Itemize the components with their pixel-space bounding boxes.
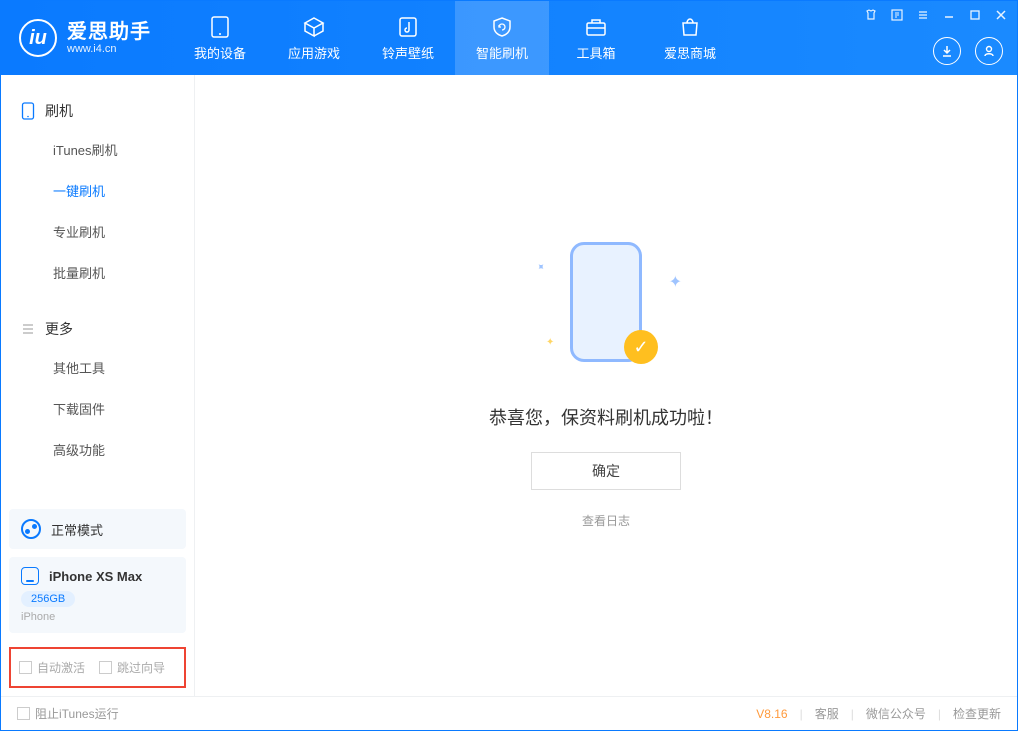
app-domain: www.i4.cn — [67, 43, 151, 55]
footer-link-service[interactable]: 客服 — [815, 705, 839, 722]
version-label: V8.16 — [756, 707, 787, 721]
group-label: 更多 — [45, 319, 73, 339]
device-capacity: 256GB — [21, 591, 75, 607]
maximize-icon[interactable] — [967, 7, 983, 23]
toolbox-icon — [582, 15, 610, 39]
download-icon[interactable] — [933, 37, 961, 65]
tab-label: 应用游戏 — [288, 43, 340, 62]
device-type: iPhone — [21, 611, 174, 623]
sidebar-item-advanced[interactable]: 高级功能 — [1, 429, 194, 470]
phone-outline-icon — [21, 102, 35, 120]
tab-flash[interactable]: 智能刷机 — [455, 1, 549, 75]
view-log-link[interactable]: 查看日志 — [582, 512, 630, 529]
sparkle-icon: ✦ — [669, 272, 682, 292]
sidebar-group-flash: 刷机 — [1, 93, 194, 129]
checkbox-label: 自动激活 — [37, 659, 85, 676]
phone-icon — [21, 567, 39, 585]
checkbox-icon — [19, 661, 32, 674]
checkbox-skip-guide[interactable]: 跳过向导 — [99, 659, 165, 676]
tab-my-device[interactable]: 我的设备 — [173, 1, 267, 75]
checkbox-auto-activate[interactable]: 自动激活 — [19, 659, 85, 676]
success-message: 恭喜您，保资料刷机成功啦！ — [489, 404, 723, 430]
check-badge-icon: ✓ — [624, 330, 658, 364]
sidebar-item-oneclick-flash[interactable]: 一键刷机 — [1, 170, 194, 211]
tab-toolbox[interactable]: 工具箱 — [549, 1, 643, 75]
cube-icon — [300, 15, 328, 39]
logo-text: 爱思助手 www.i4.cn — [67, 21, 151, 55]
sidebar-item-other-tools[interactable]: 其他工具 — [1, 347, 194, 388]
window-controls — [863, 7, 1009, 23]
header: iu 爱思助手 www.i4.cn 我的设备 应用游戏 铃声壁纸 智能刷机 — [1, 1, 1017, 75]
sidebar-panels: 正常模式 iPhone XS Max 256GB iPhone — [1, 501, 194, 641]
checkbox-label: 阻止iTunes运行 — [35, 705, 119, 722]
sidebar-item-pro-flash[interactable]: 专业刷机 — [1, 211, 194, 252]
footer-link-update[interactable]: 检查更新 — [953, 705, 1001, 722]
tab-label: 我的设备 — [194, 43, 246, 62]
list-icon — [21, 322, 35, 336]
mode-label: 正常模式 — [51, 520, 103, 539]
sidebar-item-firmware[interactable]: 下载固件 — [1, 388, 194, 429]
tshirt-icon[interactable] — [863, 7, 879, 23]
logo-icon: iu — [19, 19, 57, 57]
tab-label: 工具箱 — [576, 43, 615, 62]
footer: 阻止iTunes运行 V8.16 | 客服 | 微信公众号 | 检查更新 — [1, 696, 1017, 730]
main-content: ✦ ✦ ✦ ✓ 恭喜您，保资料刷机成功啦！ 确定 查看日志 — [195, 75, 1017, 696]
checkbox-label: 跳过向导 — [117, 659, 165, 676]
close-icon[interactable] — [993, 7, 1009, 23]
ok-button[interactable]: 确定 — [531, 452, 681, 490]
tab-apps[interactable]: 应用游戏 — [267, 1, 361, 75]
group-label: 刷机 — [45, 101, 73, 121]
device-icon — [206, 15, 234, 39]
nav-tabs: 我的设备 应用游戏 铃声壁纸 智能刷机 工具箱 爱思商城 — [173, 1, 737, 75]
tab-label: 爱思商城 — [664, 43, 716, 62]
bag-icon — [676, 15, 704, 39]
sparkle-icon: ✦ — [533, 261, 547, 275]
header-actions — [933, 37, 1003, 65]
device-name: iPhone XS Max — [49, 569, 142, 584]
body: 刷机 iTunes刷机 一键刷机 专业刷机 批量刷机 更多 其他工具 下载固件 … — [1, 75, 1017, 696]
shield-refresh-icon — [488, 15, 516, 39]
tab-store[interactable]: 爱思商城 — [643, 1, 737, 75]
sidebar-scroll: 刷机 iTunes刷机 一键刷机 专业刷机 批量刷机 更多 其他工具 下载固件 … — [1, 75, 194, 501]
options-highlight-box: 自动激活 跳过向导 — [9, 647, 186, 688]
logo: iu 爱思助手 www.i4.cn — [1, 1, 173, 75]
minimize-icon[interactable] — [941, 7, 957, 23]
sidebar-item-batch-flash[interactable]: 批量刷机 — [1, 252, 194, 293]
device-panel[interactable]: iPhone XS Max 256GB iPhone — [9, 557, 186, 633]
checkbox-icon — [17, 707, 30, 720]
app-window: iu 爱思助手 www.i4.cn 我的设备 应用游戏 铃声壁纸 智能刷机 — [0, 0, 1018, 731]
tab-label: 智能刷机 — [476, 43, 528, 62]
sparkle-icon: ✦ — [546, 337, 554, 348]
menu-icon[interactable] — [915, 7, 931, 23]
feedback-icon[interactable] — [889, 7, 905, 23]
user-icon[interactable] — [975, 37, 1003, 65]
tab-label: 铃声壁纸 — [382, 43, 434, 62]
tab-ringtones[interactable]: 铃声壁纸 — [361, 1, 455, 75]
footer-right: V8.16 | 客服 | 微信公众号 | 检查更新 — [756, 705, 1001, 722]
checkbox-block-itunes[interactable]: 阻止iTunes运行 — [17, 705, 119, 722]
music-icon — [394, 15, 422, 39]
success-illustration: ✦ ✦ ✦ ✓ — [526, 242, 686, 382]
mode-icon — [21, 519, 41, 539]
app-name: 爱思助手 — [67, 21, 151, 43]
sidebar: 刷机 iTunes刷机 一键刷机 专业刷机 批量刷机 更多 其他工具 下载固件 … — [1, 75, 195, 696]
sidebar-item-itunes-flash[interactable]: iTunes刷机 — [1, 129, 194, 170]
sidebar-group-more: 更多 — [1, 311, 194, 347]
checkbox-icon — [99, 661, 112, 674]
mode-panel[interactable]: 正常模式 — [9, 509, 186, 549]
footer-link-wechat[interactable]: 微信公众号 — [866, 705, 926, 722]
